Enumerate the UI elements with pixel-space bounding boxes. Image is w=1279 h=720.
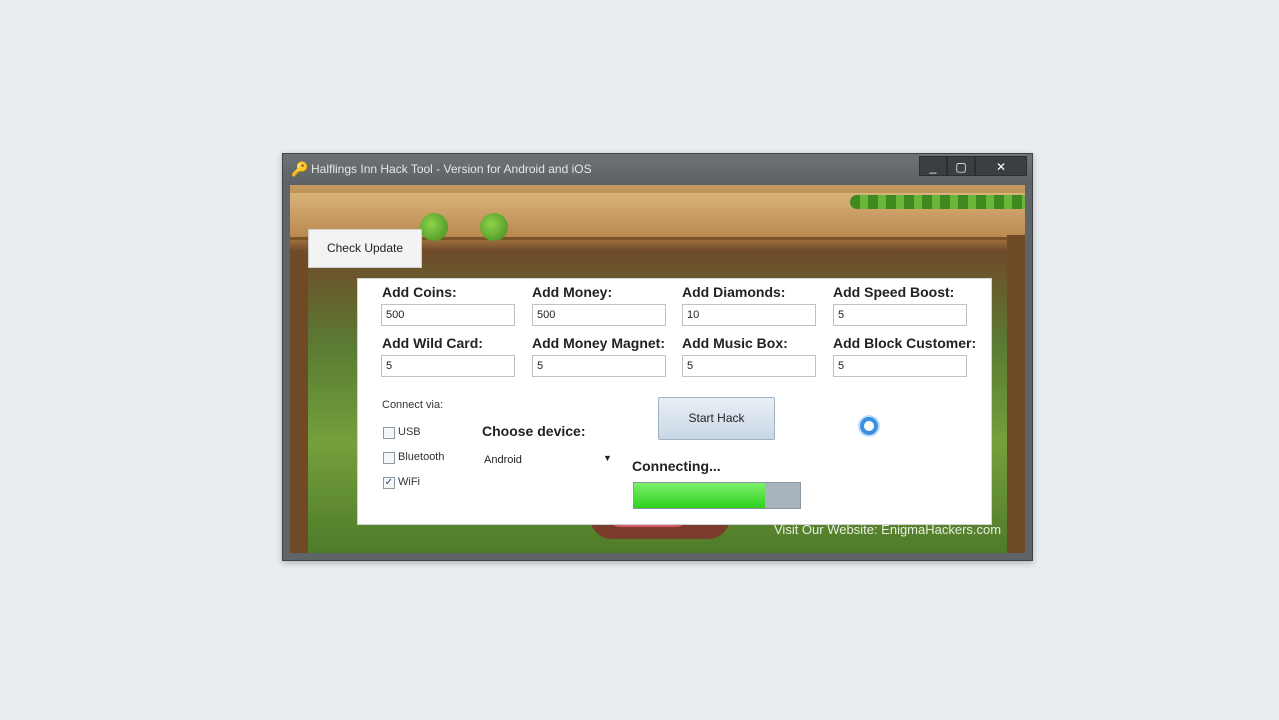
block-customer-input[interactable] xyxy=(833,355,967,377)
usb-checkbox[interactable] xyxy=(383,427,395,439)
chevron-down-icon[interactable]: ▼ xyxy=(603,453,612,463)
music-box-input[interactable] xyxy=(682,355,816,377)
progress-bar xyxy=(633,482,801,509)
game-background: Visit Our Website: EnigmaHackers.com Che… xyxy=(290,185,1025,553)
leaf-decoration xyxy=(480,213,508,241)
usb-label: USB xyxy=(398,426,421,438)
maximize-button[interactable]: ▢ xyxy=(947,156,975,176)
coins-label: Add Coins: xyxy=(382,284,457,300)
diamonds-input[interactable] xyxy=(682,304,816,326)
choose-device-label: Choose device: xyxy=(482,423,586,439)
wild-card-input[interactable] xyxy=(381,355,515,377)
minimize-button[interactable]: _ xyxy=(919,156,947,176)
wood-post-right xyxy=(1007,235,1025,553)
wifi-label: WiFi xyxy=(398,476,420,488)
speed-boost-label: Add Speed Boost: xyxy=(833,284,955,300)
hack-panel: Add Coins: Add Money: Add Diamonds: Add … xyxy=(357,278,992,525)
device-select[interactable]: Android xyxy=(480,450,614,470)
leaf-decoration xyxy=(420,213,448,241)
window-title: Halflings Inn Hack Tool - Version for An… xyxy=(311,162,592,176)
diamonds-label: Add Diamonds: xyxy=(682,284,786,300)
title-bar[interactable]: 🔑 Halflings Inn Hack Tool - Version for … xyxy=(283,154,1032,185)
bluetooth-checkbox[interactable] xyxy=(383,452,395,464)
loading-spinner-icon xyxy=(860,417,878,435)
coins-input[interactable] xyxy=(381,304,515,326)
wifi-checkbox[interactable]: ✓ xyxy=(383,477,395,489)
wood-post-left xyxy=(290,255,308,553)
key-icon: 🔑 xyxy=(291,161,309,177)
speed-boost-input[interactable] xyxy=(833,304,967,326)
connect-via-label: Connect via: xyxy=(382,399,444,411)
money-magnet-label: Add Money Magnet: xyxy=(532,335,665,351)
close-button[interactable]: ✕ xyxy=(975,156,1027,176)
money-magnet-input[interactable] xyxy=(532,355,666,377)
app-window: 🔑 Halflings Inn Hack Tool - Version for … xyxy=(282,153,1033,561)
status-text: Connecting... xyxy=(632,458,721,474)
bluetooth-label: Bluetooth xyxy=(398,451,445,463)
check-update-button[interactable]: Check Update xyxy=(308,229,422,268)
money-input[interactable] xyxy=(532,304,666,326)
start-hack-button[interactable]: Start Hack xyxy=(658,397,775,440)
wild-card-label: Add Wild Card: xyxy=(382,335,483,351)
progress-fill xyxy=(634,483,766,508)
block-customer-label: Add Block Customer: xyxy=(833,335,977,351)
vine-decoration xyxy=(850,195,1025,209)
music-box-label: Add Music Box: xyxy=(682,335,788,351)
money-label: Add Money: xyxy=(532,284,613,300)
